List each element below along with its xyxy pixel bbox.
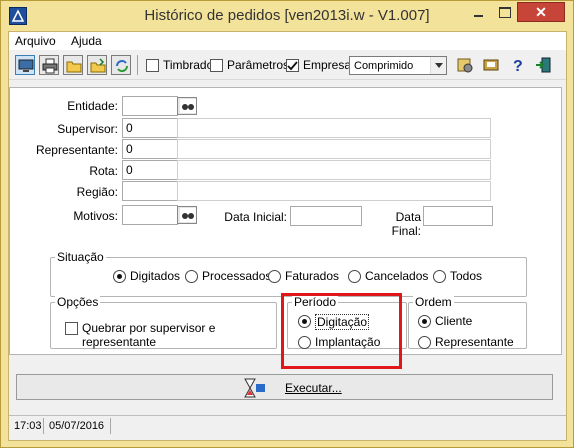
situacao-processados-label: Processados xyxy=(202,269,272,283)
situacao-faturados-label: Faturados xyxy=(285,269,340,283)
ordem-representante-radio[interactable] xyxy=(418,336,431,349)
print-format-value: Comprimido xyxy=(354,60,414,72)
menu-bar: Arquivo Ajuda xyxy=(9,32,566,50)
ordem-representante-label: Representante xyxy=(435,335,514,349)
situacao-faturados-radio[interactable] xyxy=(268,270,281,283)
opcoes-group: Opções Quebrar por supervisor e represen… xyxy=(50,295,277,349)
print-format-select[interactable]: Comprimido xyxy=(349,56,447,75)
situacao-group: Situação Digitados Processados Faturados… xyxy=(50,250,527,297)
periodo-highlight-box xyxy=(281,293,402,369)
situacao-title: Situação xyxy=(55,250,106,264)
timbrado-checkbox[interactable] xyxy=(146,59,159,72)
situacao-digitados-label: Digitados xyxy=(130,269,181,283)
execute-button[interactable]: Executar... xyxy=(16,374,553,400)
rota-input[interactable]: 0 xyxy=(122,160,178,180)
data-inicial-label: Data Inicial: xyxy=(224,210,287,224)
empresa-label: Empresa xyxy=(303,58,352,72)
app-window: Histórico de pedidos [ven2013i.w - V1.00… xyxy=(0,0,574,448)
supervisor-input[interactable]: 0 xyxy=(122,118,178,138)
quebrar-label: Quebrar por supervisor e representante xyxy=(82,321,216,349)
printer-button[interactable] xyxy=(39,55,59,75)
representante-input[interactable]: 0 xyxy=(122,139,178,159)
rota-label: Rota: xyxy=(89,164,118,178)
minimize-button[interactable] xyxy=(465,2,491,22)
status-time: 17:03 xyxy=(14,420,42,432)
data-final-label: Data Final: xyxy=(391,210,421,238)
tools-icon[interactable] xyxy=(456,56,474,74)
monitor-icon xyxy=(18,59,34,72)
regiao-name-field xyxy=(177,181,491,201)
title-bar[interactable]: Histórico de pedidos [ven2013i.w - V1.00… xyxy=(1,1,573,31)
maximize-button[interactable] xyxy=(491,2,517,22)
rota-name-field xyxy=(177,160,491,180)
situacao-todos-radio[interactable] xyxy=(433,270,446,283)
parametros-checkbox[interactable] xyxy=(210,59,223,72)
opcoes-title: Opções xyxy=(55,295,101,309)
client-area: Arquivo Ajuda Timbrado Parâmetros Empres… xyxy=(8,31,567,441)
refresh-button[interactable] xyxy=(111,55,131,75)
ordem-cliente-label: Cliente xyxy=(435,314,473,328)
screen-output-button[interactable] xyxy=(15,55,35,75)
help-icon[interactable]: ? xyxy=(508,56,526,74)
ordem-group: Ordem Cliente Representante xyxy=(408,295,527,349)
ordem-cliente-radio[interactable] xyxy=(418,315,431,328)
menu-ajuda[interactable]: Ajuda xyxy=(71,34,102,48)
motivos-lookup-button[interactable] xyxy=(177,206,197,224)
supervisor-label: Supervisor: xyxy=(57,122,118,136)
representante-label: Representante: xyxy=(35,143,118,157)
report-icon[interactable] xyxy=(482,56,500,74)
entidade-lookup-button[interactable] xyxy=(177,97,197,115)
entidade-input[interactable] xyxy=(122,96,178,116)
motivos-label: Motivos: xyxy=(73,209,118,223)
situacao-processados-radio[interactable] xyxy=(185,270,198,283)
supervisor-name-field xyxy=(177,118,491,138)
situacao-digitados-radio[interactable] xyxy=(113,270,126,283)
timbrado-label: Timbrado xyxy=(163,58,214,72)
checkmark-icon xyxy=(287,61,298,71)
parametros-label: Parâmetros xyxy=(227,58,290,72)
entidade-label: Entidade: xyxy=(67,99,118,113)
folder-save-icon xyxy=(90,58,106,73)
regiao-label: Região: xyxy=(76,185,118,199)
status-bar: 17:03 05/07/2016 xyxy=(9,415,566,435)
regiao-input[interactable] xyxy=(122,181,178,201)
situacao-cancelados-label: Cancelados xyxy=(365,269,429,283)
close-button[interactable]: ✕ xyxy=(517,2,565,22)
binoculars-icon xyxy=(180,208,196,222)
data-final-input[interactable] xyxy=(423,206,493,226)
status-date: 05/07/2016 xyxy=(49,420,105,432)
save-folder-button[interactable] xyxy=(87,55,107,75)
binoculars-icon xyxy=(180,99,196,113)
printer-icon xyxy=(42,58,58,74)
data-inicial-input[interactable] xyxy=(290,206,362,226)
svg-text:?: ? xyxy=(513,58,523,74)
representante-name-field xyxy=(177,139,491,159)
ordem-title: Ordem xyxy=(413,295,454,309)
situacao-todos-label: Todos xyxy=(450,269,483,283)
filter-panel: Entidade: Supervisor: 0 Representante: 0… xyxy=(9,87,562,369)
toolbar: Timbrado Parâmetros Empresa Comprimido ? xyxy=(9,50,566,80)
motivos-input[interactable] xyxy=(122,205,178,225)
empresa-checkbox[interactable] xyxy=(286,59,299,72)
status-divider xyxy=(43,418,44,434)
situacao-cancelados-radio[interactable] xyxy=(348,270,361,283)
folder-icon xyxy=(66,61,82,73)
status-divider xyxy=(110,418,111,434)
refresh-icon xyxy=(116,60,128,72)
chevron-down-icon[interactable] xyxy=(430,57,446,74)
exit-door-icon[interactable] xyxy=(534,56,552,74)
hourglass-icon xyxy=(244,378,265,398)
menu-arquivo[interactable]: Arquivo xyxy=(15,34,56,48)
close-icon: ✕ xyxy=(535,4,547,20)
open-folder-button[interactable] xyxy=(63,55,83,75)
quebrar-checkbox[interactable] xyxy=(65,322,78,335)
toolbar-separator xyxy=(137,55,138,75)
execute-label: Executar... xyxy=(285,381,342,395)
